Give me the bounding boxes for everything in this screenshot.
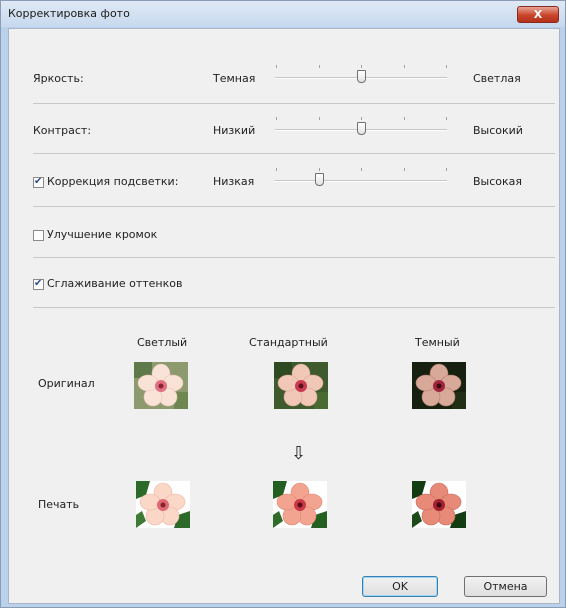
slider-tick [404, 168, 405, 171]
row-original-label: Оригинал [38, 377, 95, 390]
backlight-checkbox[interactable] [33, 176, 44, 188]
down-arrow-icon: ⇩ [291, 443, 307, 464]
column-light: Светлый [137, 336, 188, 349]
row-print-label: Печать [38, 498, 80, 511]
cancel-button[interactable]: Отмена [464, 576, 547, 597]
slider-tick [276, 117, 277, 120]
contrast-slider-thumb[interactable] [357, 122, 366, 135]
edge-enhance-label: Улучшение кромок [47, 228, 158, 241]
brightness-max-label: Светлая [473, 72, 521, 85]
slider-tick [276, 168, 277, 171]
slider-tick [446, 117, 447, 120]
slider-tick [446, 65, 447, 68]
backlight-min-label: Низкая [213, 175, 255, 188]
contrast-max-label: Высокий [473, 124, 523, 137]
separator [33, 307, 555, 308]
title-bar: Корректировка фото X [1, 1, 565, 27]
backlight-label: Коррекция подсветки: [47, 175, 179, 188]
slider-tick [319, 65, 320, 68]
slider-tick [404, 65, 405, 68]
slider-tick [319, 117, 320, 120]
slider-tick [404, 117, 405, 120]
backlight-slider-thumb[interactable] [315, 173, 324, 186]
print-light-image [136, 481, 190, 528]
contrast-label: Контраст: [33, 124, 92, 137]
slider-tick [361, 117, 362, 120]
original-standard-image [274, 362, 328, 409]
separator [33, 103, 555, 104]
brightness-min-label: Темная [213, 72, 256, 85]
brightness-label: Яркость: [33, 72, 84, 85]
column-dark: Темный [415, 336, 460, 349]
print-standard-image [273, 481, 327, 528]
close-button[interactable]: X [517, 6, 559, 23]
backlight-max-label: Высокая [473, 175, 523, 188]
separator [33, 206, 555, 207]
original-dark-image [412, 362, 466, 409]
contrast-min-label: Низкий [213, 124, 256, 137]
original-light-image [134, 362, 188, 409]
separator [33, 257, 555, 258]
separator [33, 153, 555, 154]
slider-tick [276, 65, 277, 68]
edge-enhance-checkbox[interactable] [33, 230, 44, 241]
slider-tick [361, 65, 362, 68]
dialog-body: Яркость: Темная Светлая Контраст: Низкий… [8, 28, 560, 604]
brightness-slider-thumb[interactable] [357, 70, 366, 83]
column-standard: Стандартный [249, 336, 328, 349]
dialog-window: Корректировка фото X Яркость: Темная Све… [0, 0, 566, 608]
ok-button[interactable]: OK [362, 576, 438, 597]
smooth-tones-checkbox[interactable] [33, 278, 44, 290]
smooth-tones-label: Сглаживание оттенков [47, 277, 183, 290]
window-title: Корректировка фото [8, 7, 130, 20]
print-dark-image [412, 481, 466, 528]
backlight-slider-track[interactable] [275, 180, 447, 182]
slider-tick [446, 168, 447, 171]
slider-tick [319, 168, 320, 171]
slider-tick [361, 168, 362, 171]
